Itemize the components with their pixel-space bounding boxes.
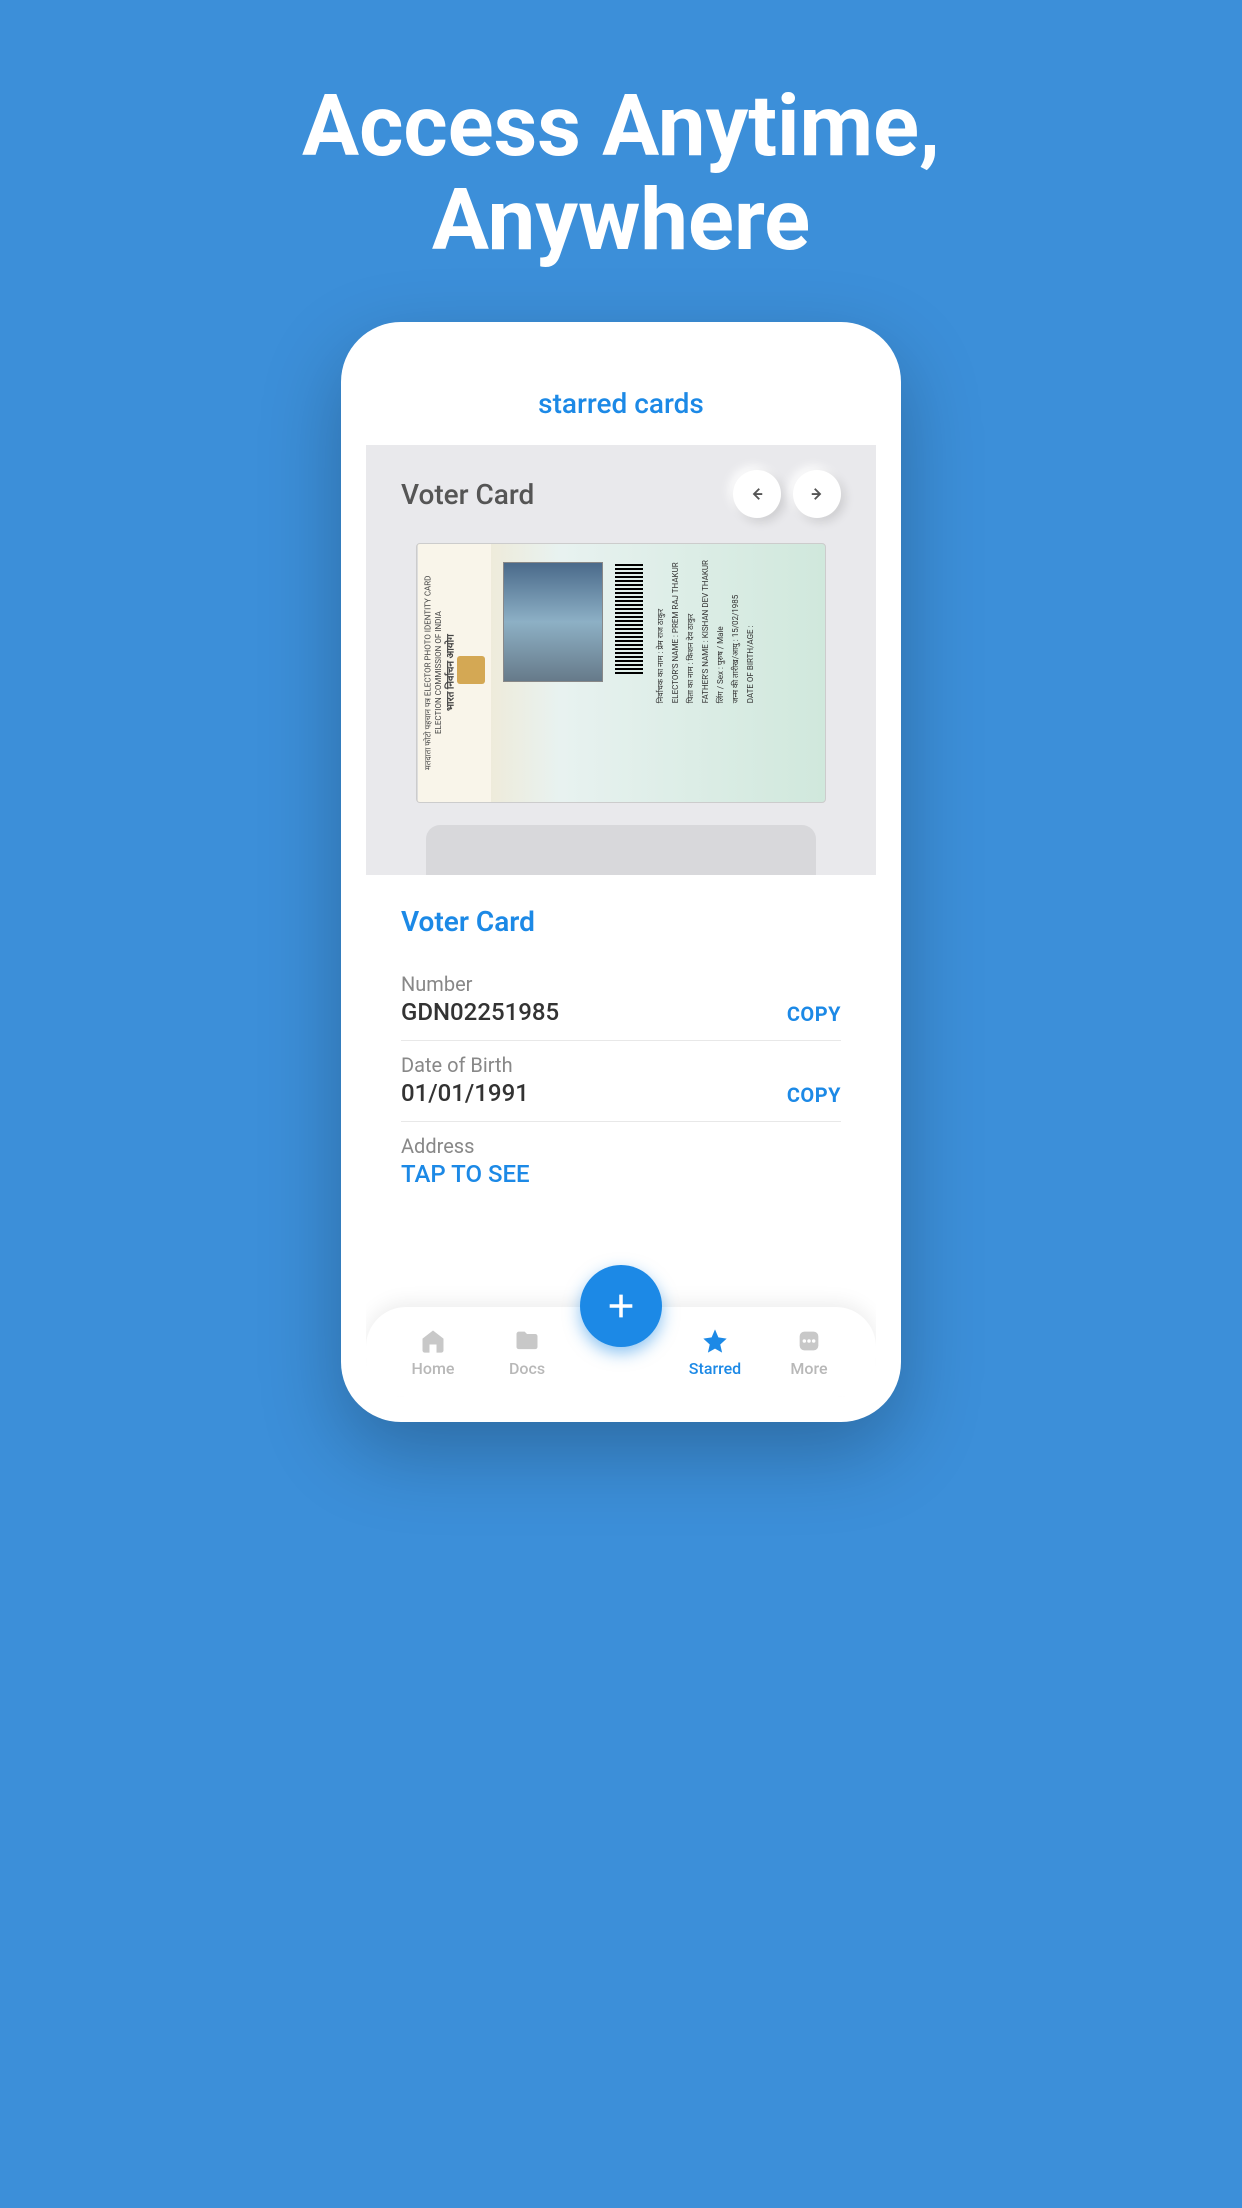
elector-photo: [503, 562, 603, 682]
tap-to-see-button[interactable]: TAP TO SEE: [401, 1160, 530, 1188]
folder-icon: [513, 1327, 541, 1355]
detail-row-address: Address TAP TO SEE: [401, 1122, 841, 1202]
copy-dob-button[interactable]: COPY: [787, 1083, 841, 1107]
add-card-fab[interactable]: [580, 1265, 662, 1347]
nav-home[interactable]: Home: [398, 1327, 468, 1378]
detail-label: Address: [401, 1134, 530, 1158]
hero-line2: Anywhere: [302, 174, 940, 268]
nav-label: Docs: [509, 1359, 545, 1378]
detail-value: 01/01/1991: [401, 1079, 529, 1107]
card-text-block: निर्वाचक का नाम : प्रेम राज ठाकुर ELECTO…: [655, 556, 813, 707]
nav-label: Starred: [689, 1359, 741, 1378]
arrow-left-icon: [748, 485, 766, 503]
detail-left: Number GDN02251985: [401, 972, 559, 1026]
more-icon: [795, 1327, 823, 1355]
next-card-preview: [426, 825, 816, 875]
arrow-right-icon: [808, 485, 826, 503]
hero-title: Access Anytime, Anywhere: [302, 80, 940, 267]
phone-screen: starred cards Voter Card मतदाता फोटो पहच…: [366, 347, 876, 1397]
nav-label: More: [790, 1359, 827, 1378]
card-type-label: Voter Card: [401, 478, 534, 511]
page-title: starred cards: [366, 347, 876, 445]
home-icon: [419, 1327, 447, 1355]
voter-card-image[interactable]: मतदाता फोटो पहचान पत्र ELECTOR PHOTO IDE…: [416, 543, 826, 803]
detail-label: Number: [401, 972, 559, 996]
card-carousel-section: Voter Card मतदाता फोटो पहचान पत्र ELECTO…: [366, 445, 876, 875]
nav-starred[interactable]: Starred: [680, 1327, 750, 1378]
detail-left: Address TAP TO SEE: [401, 1134, 530, 1188]
plus-icon: [604, 1289, 638, 1323]
next-card-button[interactable]: [793, 470, 841, 518]
details-title: Voter Card: [401, 905, 841, 938]
star-icon: [701, 1327, 729, 1355]
nav-docs[interactable]: Docs: [492, 1327, 562, 1378]
barcode-icon: [615, 564, 643, 674]
emblem-icon: [457, 656, 485, 684]
card-header: Voter Card: [366, 470, 876, 543]
nav-label: Home: [412, 1359, 455, 1378]
phone-frame: starred cards Voter Card मतदाता फोटो पहच…: [341, 322, 901, 1422]
detail-label: Date of Birth: [401, 1053, 529, 1077]
detail-row-dob: Date of Birth 01/01/1991 COPY: [401, 1041, 841, 1122]
barcode-col: [613, 564, 645, 674]
card-org-strip: मतदाता फोटो पहचान पत्र ELECTOR PHOTO IDE…: [417, 544, 491, 802]
carousel-nav: [733, 470, 841, 518]
copy-number-button[interactable]: COPY: [787, 1002, 841, 1026]
detail-left: Date of Birth 01/01/1991: [401, 1053, 529, 1107]
prev-card-button[interactable]: [733, 470, 781, 518]
detail-value: GDN02251985: [401, 998, 559, 1026]
detail-row-number: Number GDN02251985 COPY: [401, 960, 841, 1041]
card-body: निर्वाचक का नाम : प्रेम राज ठाकुर ELECTO…: [491, 544, 825, 802]
hero-line1: Access Anytime,: [302, 80, 940, 174]
nav-more[interactable]: More: [774, 1327, 844, 1378]
